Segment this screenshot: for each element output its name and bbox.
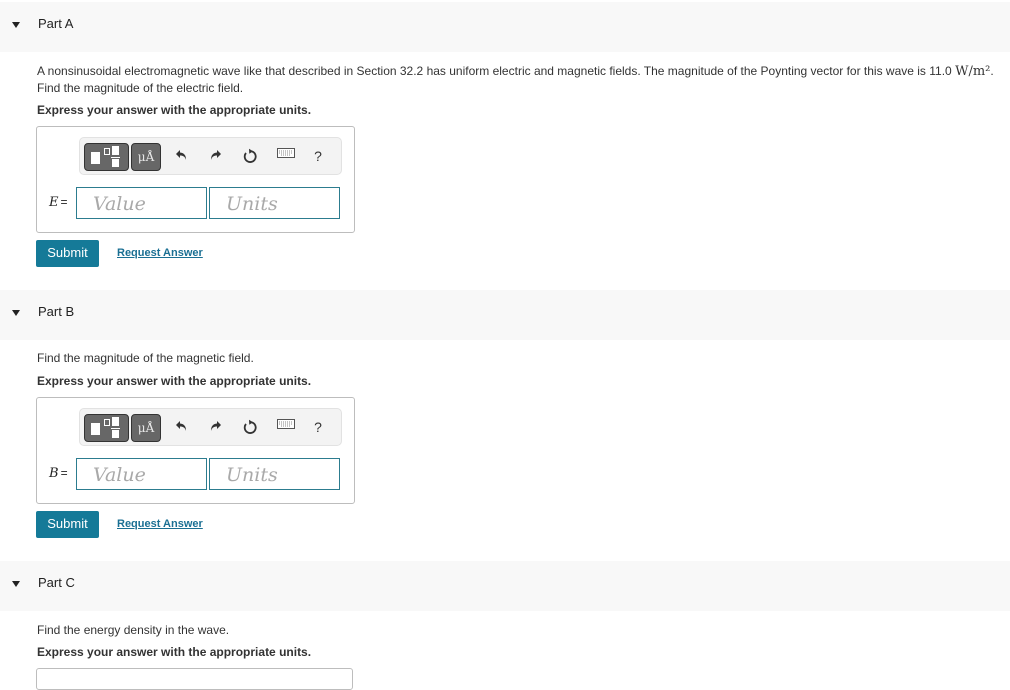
help-icon[interactable]: ? [308,417,328,437]
question-text: A nonsinusoidal electromagnetic wave lik… [37,64,956,78]
variable-label: B = [49,466,68,481]
part-b-submit-button[interactable]: Submit [36,511,99,538]
variable-symbol: B [49,466,59,481]
part-c-instruction: Express your answer with the appropriate… [37,645,312,659]
part-b-title[interactable]: Part B [38,304,74,319]
math-toolbar: μÅ ? [79,408,342,446]
units-input[interactable]: Units [209,458,340,490]
value-input[interactable]: Value [76,458,207,490]
templates-button[interactable] [84,143,129,171]
part-c-answer-box [36,668,353,690]
undo-icon[interactable] [172,417,192,437]
units-button[interactable]: μÅ [131,414,161,442]
part-a-request-answer-link[interactable]: Request Answer [117,247,203,259]
units-input[interactable]: Units [209,187,340,219]
collapse-caret-icon[interactable] [12,310,20,316]
equals-sign: = [60,466,68,480]
reset-icon[interactable] [240,417,260,437]
value-input[interactable]: Value [76,187,207,219]
collapse-caret-icon[interactable] [12,22,20,28]
keyboard-icon[interactable] [276,417,296,437]
part-a-submit-button[interactable]: Submit [36,240,99,267]
part-c-header[interactable]: Part C [0,561,1010,611]
templates-button[interactable] [84,414,129,442]
redo-icon[interactable] [205,146,225,166]
equals-sign: = [60,195,68,209]
part-a-header[interactable]: Part A [0,2,1010,52]
part-b-instruction: Express your answer with the appropriate… [37,374,312,388]
part-b-question: Find the magnitude of the magnetic field… [37,351,254,365]
collapse-caret-icon[interactable] [12,581,20,587]
undo-icon[interactable] [172,146,192,166]
part-c-title[interactable]: Part C [38,575,75,590]
part-a-title[interactable]: Part A [38,16,73,31]
part-a-instruction: Express your answer with the appropriate… [37,103,312,117]
math-toolbar: μÅ ? [79,137,342,175]
part-c-question: Find the energy density in the wave. [37,623,230,637]
redo-icon[interactable] [205,417,225,437]
help-icon[interactable]: ? [308,146,328,166]
variable-label: E = [49,195,68,210]
part-a-question: A nonsinusoidal electromagnetic wave lik… [37,63,1005,96]
part-b-request-answer-link[interactable]: Request Answer [117,518,203,530]
part-a-answer-box: μÅ ? E = Value Units [36,126,355,233]
part-b-header[interactable]: Part B [0,290,1010,340]
variable-symbol: E [49,195,59,210]
part-b-answer-box: μÅ ? B = Value Units [36,397,355,504]
reset-icon[interactable] [240,146,260,166]
keyboard-icon[interactable] [276,146,296,166]
units-button[interactable]: μÅ [131,143,161,171]
poynting-unit: W/m² [955,64,991,79]
